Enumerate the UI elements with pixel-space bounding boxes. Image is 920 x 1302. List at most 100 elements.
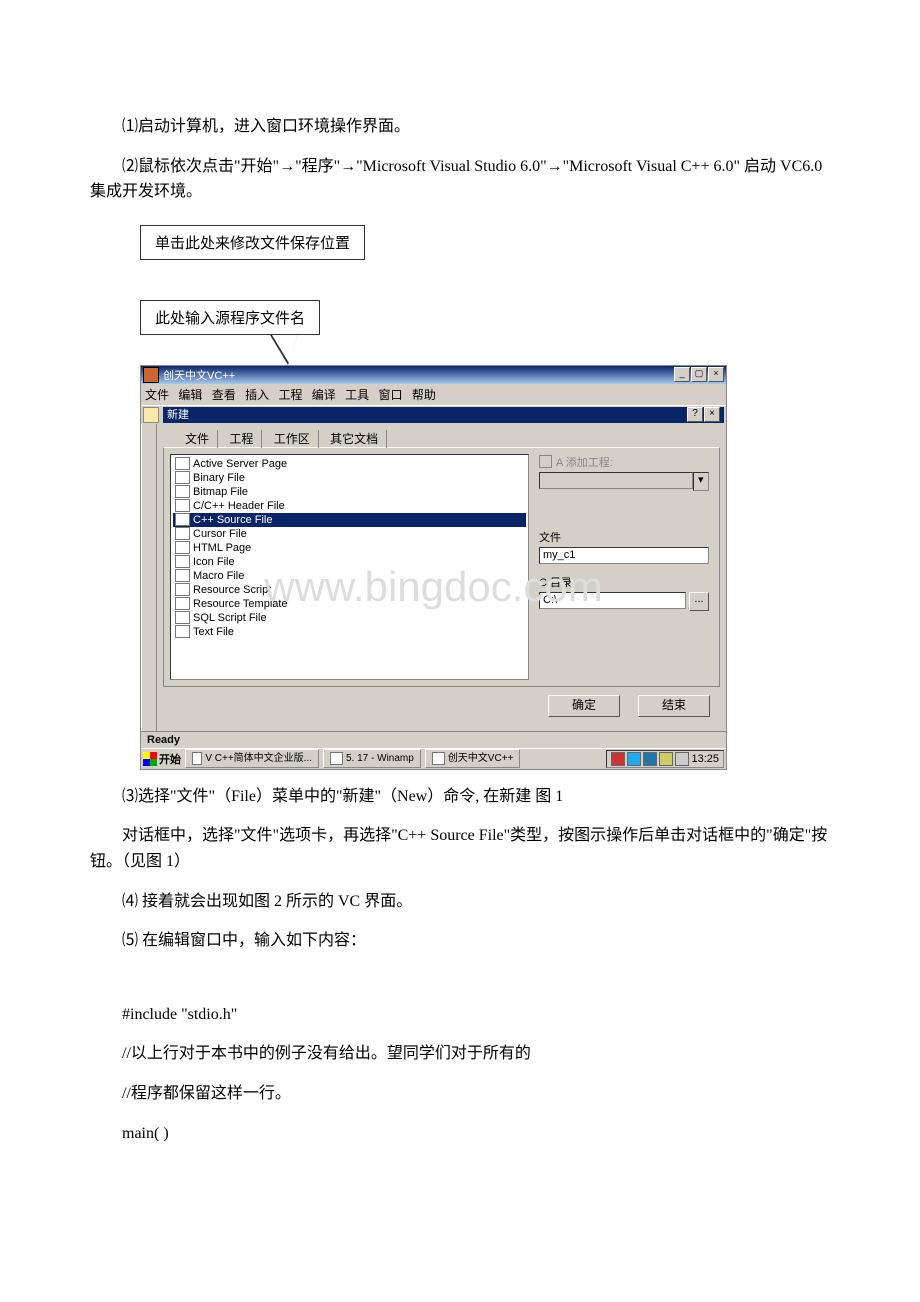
file-icon	[175, 541, 190, 554]
taskbar-item[interactable]: 创天中文VC++	[425, 749, 521, 768]
tray-icon[interactable]	[643, 752, 657, 766]
file-icon	[175, 457, 190, 470]
add-to-project-checkbox[interactable]: A 添加工程:	[539, 454, 709, 470]
list-item-label: Bitmap File	[193, 485, 248, 499]
app-icon	[330, 752, 343, 765]
status-bar: Ready	[141, 731, 726, 748]
list-item[interactable]: Resource Script	[173, 583, 526, 597]
menu-item[interactable]: 窗口	[379, 388, 403, 402]
list-item[interactable]: SQL Script File	[173, 611, 526, 625]
pointer-icon	[270, 335, 298, 365]
step-1: ⑴启动计算机，进入窗口环境操作界面。	[90, 114, 830, 140]
ok-button[interactable]: 确定	[548, 695, 620, 717]
file-icon	[175, 527, 190, 540]
file-type-list[interactable]: Active Server Page Binary File Bitmap Fi…	[170, 454, 529, 680]
help-button[interactable]: ?	[687, 407, 703, 422]
tray-icon[interactable]	[675, 752, 689, 766]
tray-icon[interactable]	[627, 752, 641, 766]
file-icon	[175, 485, 190, 498]
directory-input[interactable]	[539, 592, 686, 609]
end-button[interactable]: 结束	[638, 695, 710, 717]
dialog-title: 新建	[167, 407, 189, 423]
system-tray: 13:25	[606, 750, 724, 768]
step-2: ⑵鼠标依次点击"开始"→"程序"→"Microsoft Visual Studi…	[90, 154, 830, 205]
file-icon	[175, 611, 190, 624]
file-icon	[175, 625, 190, 638]
taskbar-item-label: 创天中文VC++	[448, 751, 514, 766]
menu-item[interactable]: 查看	[212, 388, 236, 402]
file-icon	[175, 569, 190, 582]
app-icon	[432, 752, 445, 765]
tab-workspace[interactable]: 工作区	[266, 430, 319, 448]
step-4: ⑷ 接着就会出现如图 2 所示的 VC 界面。	[90, 889, 830, 915]
tab-project[interactable]: 工程	[221, 430, 262, 448]
toolbar-gutter	[141, 424, 157, 731]
tab-file[interactable]: 文件	[177, 430, 218, 448]
list-item-selected[interactable]: C++ Source File	[173, 513, 526, 527]
tray-icon[interactable]	[659, 752, 673, 766]
vc6-screenshot: 创天中文VC++ _ ▢ × 文件 编辑 查看 插入 工程 编译 工具 窗口 帮…	[140, 365, 727, 770]
code-line: //程序都保留这样一行。	[90, 1081, 830, 1107]
list-item[interactable]: Resource Template	[173, 597, 526, 611]
callout-save-location: 单击此处来修改文件保存位置	[140, 225, 365, 260]
checkbox-icon	[539, 455, 552, 468]
menu-item[interactable]: 编辑	[178, 388, 202, 402]
code-line: //以上行对于本书中的例子没有给出。望同学们对于所有的	[90, 1041, 830, 1067]
menu-item[interactable]: 帮助	[412, 388, 436, 402]
list-item-label: Icon File	[193, 555, 235, 569]
list-item-label: Resource Script	[193, 583, 271, 597]
dialog-close-button[interactable]: ×	[704, 407, 720, 422]
list-item[interactable]: Binary File	[173, 471, 526, 485]
step-3b: 对话框中，选择"文件"选项卡，再选择"C++ Source File"类型，按图…	[90, 823, 830, 874]
callout-text: 单击此处来修改文件保存位置	[155, 236, 350, 252]
start-button[interactable]: 开始	[143, 751, 181, 767]
file-icon	[175, 499, 190, 512]
list-item-label: HTML Page	[193, 541, 251, 555]
list-item-label: SQL Script File	[193, 611, 267, 625]
directory-label: C 目录:	[539, 574, 709, 590]
menu-item[interactable]: 插入	[245, 388, 269, 402]
menu-item[interactable]: 工程	[278, 388, 302, 402]
list-item[interactable]: C/C++ Header File	[173, 499, 526, 513]
list-item[interactable]: Active Server Page	[173, 457, 526, 471]
chevron-down-icon: ▾	[693, 472, 709, 491]
list-item[interactable]: Icon File	[173, 555, 526, 569]
file-icon	[175, 555, 190, 568]
list-item-label: Active Server Page	[193, 457, 287, 471]
windows-icon	[143, 752, 157, 766]
menu-item[interactable]: 编译	[312, 388, 336, 402]
list-item[interactable]: HTML Page	[173, 541, 526, 555]
list-item-label: C++ Source File	[193, 513, 272, 527]
dialog-button-row: 确定 结束	[163, 687, 720, 725]
list-item-label: Resource Template	[193, 597, 288, 611]
filename-input[interactable]	[539, 547, 709, 564]
step-3: ⑶选择"文件"（File）菜单中的"新建"（New）命令, 在新建 图 1	[90, 784, 830, 810]
tray-icon[interactable]	[611, 752, 625, 766]
step-5: ⑸ 在编辑窗口中，输入如下内容：	[90, 928, 830, 954]
taskbar-item[interactable]: 5. 17 - Winamp	[323, 749, 421, 768]
browse-button[interactable]: ...	[689, 592, 709, 611]
taskbar-item[interactable]: V C++简体中文企业版...	[185, 749, 319, 768]
list-item[interactable]: Macro File	[173, 569, 526, 583]
close-button[interactable]: ×	[708, 367, 724, 382]
start-label: 开始	[159, 751, 181, 767]
tab-other[interactable]: 其它文档	[322, 430, 387, 448]
window-titlebar: 创天中文VC++ _ ▢ ×	[141, 366, 726, 384]
list-item-label: Binary File	[193, 471, 245, 485]
list-item[interactable]: Text File	[173, 625, 526, 639]
file-icon	[175, 513, 190, 526]
dialog-tabs: 文件 工程 工作区 其它文档	[163, 426, 720, 447]
file-icon	[175, 597, 190, 610]
file-icon	[175, 471, 190, 484]
list-item[interactable]: Cursor File	[173, 527, 526, 541]
list-item[interactable]: Bitmap File	[173, 485, 526, 499]
project-combo	[539, 472, 693, 489]
minimize-button[interactable]: _	[674, 367, 690, 382]
maximize-button[interactable]: ▢	[691, 367, 707, 382]
list-item-label: Text File	[193, 625, 234, 639]
dialog-panel: Active Server Page Binary File Bitmap Fi…	[163, 447, 720, 687]
callout-filename: 此处输入源程序文件名	[140, 300, 320, 335]
menu-item[interactable]: 工具	[345, 388, 369, 402]
menu-item[interactable]: 文件	[145, 388, 169, 402]
filename-label: 文件	[539, 529, 709, 545]
